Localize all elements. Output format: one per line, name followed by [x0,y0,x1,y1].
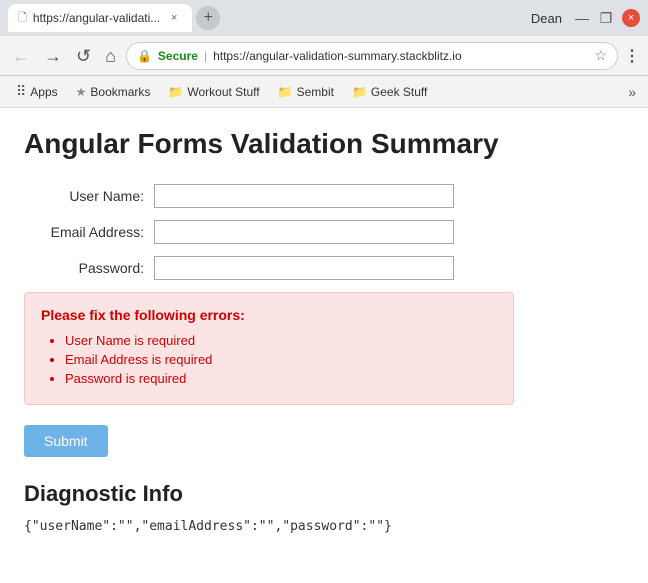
reload-button[interactable]: ↺ [72,45,95,67]
page-title: Angular Forms Validation Summary [24,128,624,160]
browser-tab[interactable]: 🗋 https://angular-validati... × [8,4,192,32]
apps-bookmark[interactable]: ⠿ Apps [8,80,66,103]
diagnostic-json: {"userName":"","emailAddress":"","passwo… [24,519,624,534]
username-row: User Name: [24,184,624,208]
forward-button[interactable]: → [40,45,66,67]
error-email: Email Address is required [65,352,497,367]
back-button[interactable]: ← [8,45,34,67]
secure-label: Secure [158,49,198,63]
close-button[interactable]: × [622,9,640,27]
bookmarks-bar: ⠿ Apps ★ Bookmarks 📁 Workout Stuff 📁 Sem… [0,76,648,108]
address-bar[interactable]: 🔒 Secure | https://angular-validation-su… [126,42,618,70]
url-separator: | [204,49,207,63]
bookmark-geek-stuff[interactable]: 📁 Geek Stuff [344,82,435,102]
username-label: User Name: [24,188,154,204]
tab-title: https://angular-validati... [33,11,160,25]
error-list: User Name is required Email Address is r… [41,333,497,386]
username-input[interactable] [154,184,454,208]
password-label: Password: [24,260,154,276]
password-input[interactable] [154,256,454,280]
bookmark-workout-label: Workout Stuff [187,85,259,99]
diagnostic-title: Diagnostic Info [24,481,624,507]
bookmarks-overflow-button[interactable]: » [624,84,640,100]
bookmarks-text: Bookmarks [90,85,150,99]
error-summary-box: Please fix the following errors: User Na… [24,292,514,405]
bookmark-star-button[interactable]: ☆ [594,47,607,64]
restore-button[interactable]: ❐ [598,10,614,26]
bookmarks-label-item[interactable]: ★ Bookmarks [68,82,159,102]
minimize-button[interactable]: — [574,10,590,26]
apps-grid-icon: ⠿ [16,83,26,100]
navigation-toolbar: ← → ↺ ⌂ 🔒 Secure | https://angular-valid… [0,36,648,76]
folder-icon-sembit: 📁 [278,85,293,99]
new-tab-button[interactable]: + [196,6,220,30]
folder-icon-geek: 📁 [352,85,367,99]
submit-button[interactable]: Submit [24,425,108,457]
chrome-window: 🗋 https://angular-validati... × + Dean —… [0,0,648,583]
bookmark-sembit-label: Sembit [297,85,334,99]
error-header: Please fix the following errors: [41,307,497,323]
bookmark-geek-label: Geek Stuff [371,85,427,99]
chrome-menu-button[interactable]: ⋮ [624,46,640,66]
error-password: Password is required [65,371,497,386]
title-bar: 🗋 https://angular-validati... × + Dean —… [0,0,648,36]
password-row: Password: [24,256,624,280]
tab-page-icon: 🗋 [18,9,27,28]
email-row: Email Address: [24,220,624,244]
tab-close-button[interactable]: × [166,10,182,26]
bookmark-sembit[interactable]: 📁 Sembit [270,82,342,102]
url-text: https://angular-validation-summary.stack… [213,49,588,63]
validation-form: User Name: Email Address: Password: Plea… [24,184,624,481]
apps-label: Apps [30,85,57,99]
window-controls: Dean — ❐ × [531,9,640,27]
home-button[interactable]: ⌂ [101,45,120,67]
email-label: Email Address: [24,224,154,240]
star-icon: ★ [76,85,87,99]
window-user-label: Dean [531,11,562,26]
folder-icon-workout: 📁 [168,85,183,99]
page-content: Angular Forms Validation Summary User Na… [0,108,648,583]
email-input[interactable] [154,220,454,244]
lock-icon: 🔒 [137,49,152,63]
bookmark-workout-stuff[interactable]: 📁 Workout Stuff [160,82,267,102]
error-username: User Name is required [65,333,497,348]
